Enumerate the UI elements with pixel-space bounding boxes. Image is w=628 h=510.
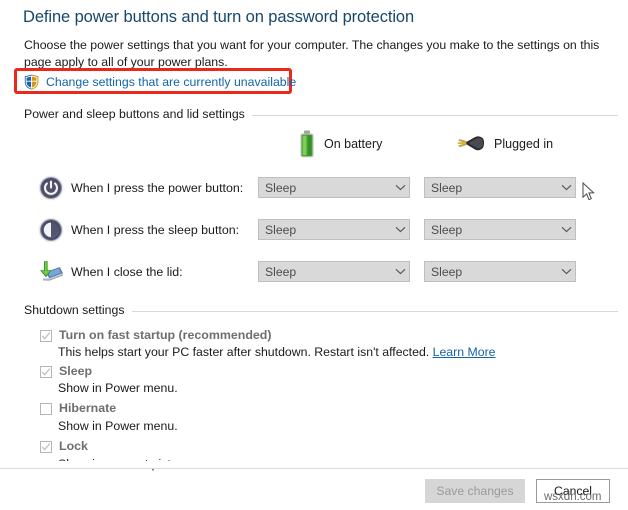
checkbox-lock[interactable] <box>40 441 52 453</box>
checkbox-label: Lock <box>59 439 88 453</box>
setting-row-close-lid: When I close the lid: <box>38 258 183 286</box>
setting-row-label: When I press the sleep button: <box>71 223 240 237</box>
page-description: Choose the power settings that you want … <box>24 38 600 69</box>
battery-icon <box>299 130 315 158</box>
checkbox-sub-sleep: Show in Power menu. <box>58 381 178 395</box>
column-header-on-battery: On battery <box>299 130 382 158</box>
setting-row-power-button: When I press the power button: <box>38 174 243 202</box>
dropdown-value: Sleep <box>431 180 463 195</box>
dropdown-power-button-on-battery[interactable]: Sleep <box>258 177 410 198</box>
column-label: On battery <box>324 137 383 151</box>
chevron-down-icon <box>557 268 575 275</box>
checkbox-sub-text: This helps start your PC faster after sh… <box>58 345 430 359</box>
dropdown-sleep-button-on-battery[interactable]: Sleep <box>258 219 410 240</box>
chevron-down-icon <box>391 226 409 233</box>
sleep-button-icon <box>38 217 64 243</box>
dropdown-value: Sleep <box>265 264 297 279</box>
power-button-icon <box>38 175 64 201</box>
group-divider <box>251 114 618 116</box>
checkbox-fast-startup[interactable] <box>40 330 52 342</box>
change-settings-link-label[interactable]: Change settings that are currently unava… <box>46 75 296 89</box>
checkbox-label: Turn on fast startup (recommended) <box>59 328 272 342</box>
group-divider <box>131 310 618 312</box>
dropdown-close-lid-plugged-in[interactable]: Sleep <box>424 261 576 282</box>
setting-row-label: When I close the lid: <box>71 265 183 279</box>
group-header-power-buttons: Power and sleep buttons and lid settings <box>24 107 618 121</box>
dropdown-close-lid-on-battery[interactable]: Sleep <box>258 261 410 282</box>
content-clip-mask <box>0 461 628 468</box>
dropdown-power-button-plugged-in[interactable]: Sleep <box>424 177 576 198</box>
save-changes-button[interactable]: Save changes <box>425 479 525 503</box>
checkbox-hibernate[interactable] <box>40 403 52 415</box>
learn-more-link[interactable]: Learn More <box>433 345 496 359</box>
group-label: Power and sleep buttons and lid settings <box>24 107 245 121</box>
shield-icon <box>24 74 39 90</box>
group-label: Shutdown settings <box>24 303 125 317</box>
checkbox-sub-hibernate: Show in Power menu. <box>58 419 178 433</box>
watermark: wsxdn.com <box>544 491 602 503</box>
chevron-down-icon <box>557 184 575 191</box>
chevron-down-icon <box>391 268 409 275</box>
checkbox-sub-fast-startup: This helps start your PC faster after sh… <box>58 345 496 359</box>
dropdown-value: Sleep <box>431 222 463 237</box>
dropdown-value: Sleep <box>265 222 297 237</box>
change-settings-link-row[interactable]: Change settings that are currently unava… <box>24 73 296 90</box>
column-header-plugged-in: Plugged in <box>455 133 553 155</box>
mouse-cursor <box>582 181 595 201</box>
page-title: Define power buttons and turn on passwor… <box>23 8 415 26</box>
close-lid-icon <box>38 259 64 285</box>
chevron-down-icon <box>391 184 409 191</box>
column-label: Plugged in <box>494 137 554 151</box>
chevron-down-icon <box>557 226 575 233</box>
dropdown-value: Sleep <box>431 264 463 279</box>
setting-row-label: When I press the power button: <box>71 181 244 195</box>
checkbox-sleep[interactable] <box>40 366 52 378</box>
power-plug-icon <box>455 133 485 155</box>
checkbox-row-lock[interactable]: Lock <box>40 439 88 453</box>
footer-divider <box>0 468 628 469</box>
dropdown-sleep-button-plugged-in[interactable]: Sleep <box>424 219 576 240</box>
checkbox-row-hibernate[interactable]: Hibernate <box>40 401 116 415</box>
setting-row-sleep-button: When I press the sleep button: <box>38 216 239 244</box>
checkbox-row-fast-startup[interactable]: Turn on fast startup (recommended) <box>40 328 272 342</box>
checkbox-label: Hibernate <box>59 401 117 415</box>
dropdown-value: Sleep <box>265 180 297 195</box>
group-header-shutdown-settings: Shutdown settings <box>24 303 618 317</box>
checkbox-label: Sleep <box>59 364 93 378</box>
checkbox-row-sleep[interactable]: Sleep <box>40 364 92 378</box>
